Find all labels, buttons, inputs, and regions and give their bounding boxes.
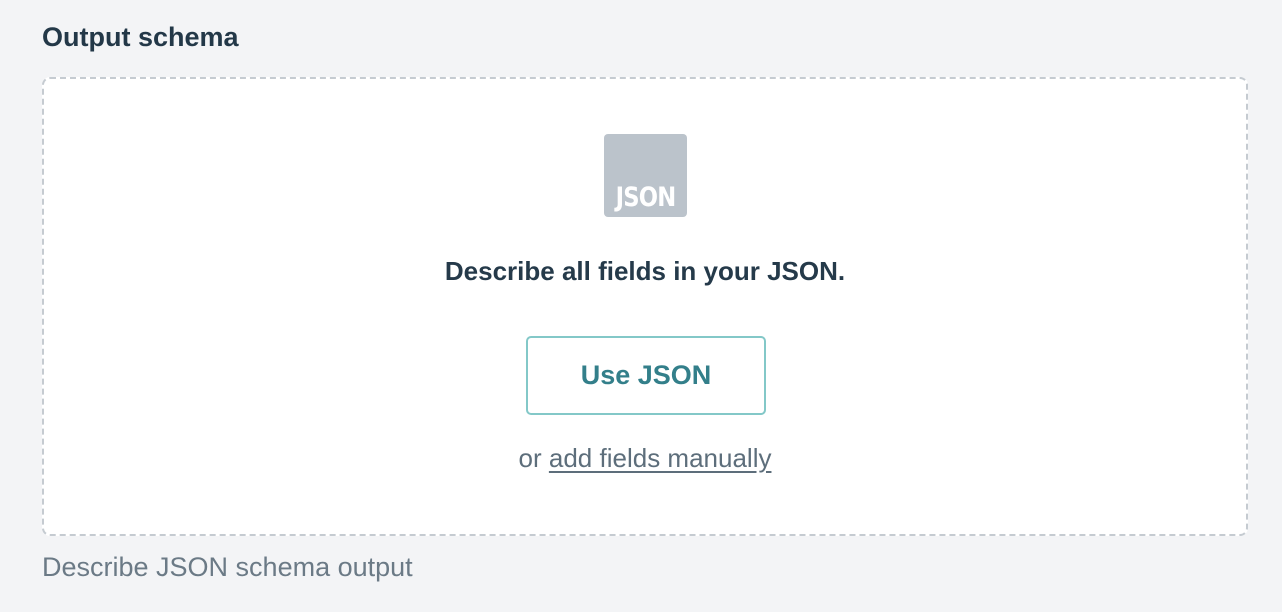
use-json-button[interactable]: Use JSON xyxy=(526,336,766,415)
add-fields-manually-link[interactable]: add fields manually xyxy=(549,443,772,473)
schema-hint-text: Describe JSON schema output xyxy=(42,552,413,582)
json-file-icon: JSON xyxy=(604,134,687,217)
dropzone-heading: Describe all fields in your JSON. xyxy=(444,256,846,286)
output-schema-panel: Output schema JSON Describe all fields i… xyxy=(0,0,1282,612)
alternative-prefix: or xyxy=(518,443,542,473)
schema-dropzone: JSON Describe all fields in your JSON. U… xyxy=(42,77,1248,536)
alternative-option: or add fields manually xyxy=(44,440,1246,476)
json-icon-label: JSON xyxy=(615,182,677,213)
section-title: Output schema xyxy=(42,22,239,52)
